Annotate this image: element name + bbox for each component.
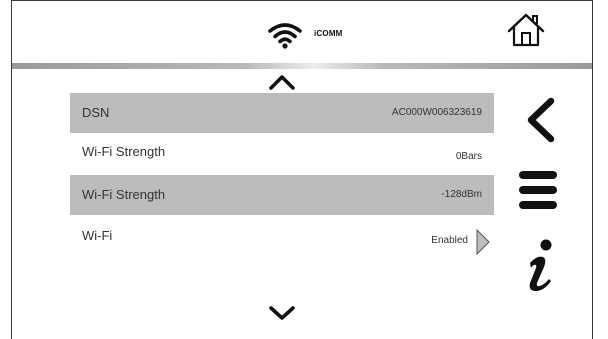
back-arrow-icon [527,97,555,143]
list-item-dsn[interactable]: DSN AC000W006323619 [70,93,494,133]
device-screen: iCOMM DSN AC000W006323619 Wi-Fi Strength… [11,0,593,339]
menu-button[interactable] [518,169,558,211]
row-label: Wi-Fi Strength [82,187,166,202]
expand-arrow-icon[interactable] [476,229,490,255]
wifi-icon [268,23,302,49]
scroll-up-button[interactable] [267,73,297,91]
info-button[interactable] [524,237,558,293]
list-item-wifi-strength-dbm[interactable]: Wi-Fi Strength -128dBm [70,175,494,215]
list-item-wifi[interactable]: Wi-Fi Enabled [70,219,494,259]
brand-label: iCOMM [314,29,343,38]
menu-icon [519,171,557,209]
home-icon [507,13,545,47]
row-label: Wi-Fi Strength [82,144,166,159]
scroll-down-button[interactable] [267,304,297,322]
row-value: 0Bars [455,151,482,162]
row-label: Wi-Fi [82,228,113,243]
chevron-up-icon [269,75,295,90]
home-button[interactable] [506,12,546,48]
header-bar: iCOMM [12,1,592,63]
row-value: AC000W006323619 [391,107,482,118]
row-label: DSN [82,105,110,120]
row-value: Enabled [431,235,468,246]
row-value: -128dBm [441,189,482,200]
back-button[interactable] [523,97,557,143]
header-divider [12,63,592,69]
chevron-down-icon [269,306,295,320]
info-icon [529,239,552,291]
list-item-wifi-strength-bars[interactable]: Wi-Fi Strength 0Bars [70,135,494,175]
